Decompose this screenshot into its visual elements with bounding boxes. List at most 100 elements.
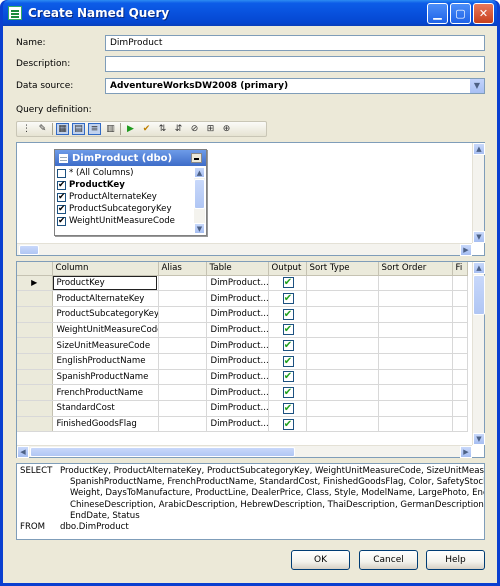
grid-cell-sort-order[interactable] — [378, 322, 453, 339]
verify-sql-icon[interactable]: ✔ — [140, 123, 153, 135]
output-checkbox[interactable]: ✔ — [282, 371, 294, 383]
grid-cell-sort-order[interactable] — [378, 290, 453, 307]
results-pane-icon[interactable]: ▥ — [104, 123, 117, 135]
use-group-by-icon[interactable]: ⊞ — [204, 123, 217, 135]
minimize-button[interactable]: ▁ — [427, 3, 448, 24]
grid-cell-alias[interactable] — [158, 353, 207, 370]
grid-cell-sort-type[interactable] — [306, 353, 379, 370]
grid-cell-output[interactable]: ✔ — [268, 290, 307, 307]
output-checkbox[interactable]: ✔ — [282, 355, 294, 367]
grid-cell-column[interactable]: SpanishProductName — [52, 369, 159, 386]
sort-descending-icon[interactable]: ⇵ — [172, 123, 185, 135]
grid-cell-column[interactable]: SizeUnitMeasureCode — [52, 337, 159, 354]
title-bar[interactable]: Create Named Query ▁ ▢ ✕ — [3, 0, 497, 26]
grid-cell-alias[interactable] — [158, 322, 207, 339]
grid-cell-sort-type[interactable] — [306, 290, 379, 307]
scroll-left-icon[interactable]: ◀ — [17, 446, 29, 458]
grid-row[interactable]: StandardCost DimProduct... ✔ — [17, 400, 468, 417]
row-header[interactable] — [17, 306, 53, 323]
grid-cell-output[interactable]: ✔ — [268, 400, 307, 417]
grid-header-alias[interactable]: Alias — [158, 262, 207, 276]
diagram-vscroll[interactable]: ▲ ▼ — [472, 143, 485, 243]
grid-cell-filter[interactable] — [452, 384, 468, 401]
table-column-item[interactable]: ✔ ProductSubcategoryKey — [56, 203, 193, 215]
grid-cell-sort-type[interactable] — [306, 306, 379, 323]
output-checkbox[interactable]: ✔ — [282, 418, 294, 430]
name-field[interactable]: DimProduct — [105, 35, 485, 51]
output-checkbox[interactable]: ✔ — [282, 293, 294, 305]
grid-vscroll[interactable]: ▲ ▼ — [472, 262, 485, 445]
grid-cell-output[interactable]: ✔ — [268, 353, 307, 370]
output-checkbox[interactable]: ✔ — [282, 387, 294, 399]
table-column-item[interactable]: * (All Columns) — [56, 167, 193, 179]
datasource-select[interactable]: AdventureWorksDW2008 (primary) ▼ — [105, 78, 485, 94]
grid-row[interactable]: WeightUnitMeasureCode DimProduct... ✔ — [17, 322, 468, 339]
grid-cell-table[interactable]: DimProduct... — [206, 353, 269, 370]
output-checkbox[interactable]: ✔ — [282, 402, 294, 414]
grid-cell-output[interactable]: ✔ — [268, 369, 307, 386]
grid-cell-column[interactable]: WeightUnitMeasureCode — [52, 322, 159, 339]
grid-cell-sort-type[interactable] — [306, 275, 379, 292]
row-header[interactable] — [17, 353, 53, 370]
grid-header-sort-type[interactable]: Sort Type — [306, 262, 379, 276]
grid-cell-output[interactable]: ✔ — [268, 306, 307, 323]
grid-cell-output[interactable]: ✔ — [268, 416, 307, 433]
help-button[interactable]: Help — [426, 550, 485, 570]
grid-cell-alias[interactable] — [158, 400, 207, 417]
run-icon[interactable]: ▶ — [124, 123, 137, 135]
grid-row[interactable]: ProductAlternateKey DimProduct... ✔ — [17, 290, 468, 307]
grid-cell-alias[interactable] — [158, 384, 207, 401]
grid-cell-table[interactable]: DimProduct... — [206, 416, 269, 433]
row-header[interactable]: ▶ — [17, 275, 53, 292]
grid-cell-alias[interactable] — [158, 416, 207, 433]
grid-cell-sort-type[interactable] — [306, 337, 379, 354]
output-checkbox[interactable]: ✔ — [282, 340, 294, 352]
output-checkbox[interactable]: ✔ — [282, 308, 294, 320]
grid-cell-output[interactable]: ✔ — [268, 322, 307, 339]
row-header[interactable] — [17, 290, 53, 307]
row-header[interactable] — [17, 400, 53, 417]
grid-cell-column[interactable]: ProductSubcategoryKey — [52, 306, 159, 323]
column-checkbox[interactable]: ✔ — [57, 192, 66, 202]
scroll-up-icon[interactable]: ▲ — [473, 262, 485, 274]
grid-row[interactable]: FinishedGoodsFlag DimProduct... ✔ — [17, 416, 468, 433]
row-header[interactable] — [17, 322, 53, 339]
scroll-right-icon[interactable]: ▶ — [460, 244, 472, 256]
scroll-down-icon[interactable]: ▼ — [473, 231, 485, 243]
grid-cell-table[interactable]: DimProduct... — [206, 275, 269, 292]
grid-row[interactable]: ProductSubcategoryKey DimProduct... ✔ — [17, 306, 468, 323]
grid-cell-column[interactable]: ProductAlternateKey — [52, 290, 159, 307]
collapse-table-button[interactable] — [191, 153, 202, 163]
grid-cell-filter[interactable] — [452, 337, 468, 354]
description-field[interactable] — [105, 56, 485, 72]
grid-hscroll[interactable]: ◀ ▶ — [17, 445, 472, 458]
grid-cell-output[interactable]: ✔ — [268, 275, 307, 292]
query-properties-icon[interactable]: ✎ — [36, 123, 49, 135]
grid-header-filter[interactable]: Fi — [452, 262, 468, 276]
scroll-right-icon[interactable]: ▶ — [460, 446, 472, 458]
grid-cell-filter[interactable] — [452, 353, 468, 370]
grid-cell-column[interactable]: StandardCost — [52, 400, 159, 417]
grid-cell-table[interactable]: DimProduct... — [206, 369, 269, 386]
sort-ascending-icon[interactable]: ⇅ — [156, 123, 169, 135]
grid-cell-alias[interactable] — [158, 337, 207, 354]
grid-row[interactable]: FrenchProductName DimProduct... ✔ — [17, 384, 468, 401]
grid-cell-output[interactable]: ✔ — [268, 384, 307, 401]
grid-cell-column[interactable]: FinishedGoodsFlag — [52, 416, 159, 433]
column-checkbox[interactable]: ✔ — [57, 180, 66, 190]
cancel-button[interactable]: Cancel — [359, 550, 418, 570]
row-header[interactable] — [17, 384, 53, 401]
grid-pane[interactable]: Column Alias Table Output Sort Type Sort… — [16, 261, 485, 458]
scroll-up-icon[interactable]: ▲ — [194, 167, 205, 178]
grid-cell-column[interactable]: EnglishProductName — [52, 353, 159, 370]
grid-header-output[interactable]: Output — [268, 262, 307, 276]
table-box[interactable]: DimProduct (dbo) * (All Columns) ✔ Product… — [54, 149, 207, 236]
diagram-hscroll[interactable]: ▶ — [17, 243, 472, 256]
scroll-thumb[interactable] — [473, 275, 485, 315]
grid-cell-alias[interactable] — [158, 290, 207, 307]
table-column-item[interactable]: ✔ ProductAlternateKey — [56, 191, 193, 203]
grid-cell-filter[interactable] — [452, 322, 468, 339]
grid-cell-sort-order[interactable] — [378, 353, 453, 370]
scroll-down-icon[interactable]: ▼ — [473, 433, 485, 445]
sql-pane[interactable]: SELECT ProductKey, ProductAlternateKey, P… — [16, 463, 485, 540]
